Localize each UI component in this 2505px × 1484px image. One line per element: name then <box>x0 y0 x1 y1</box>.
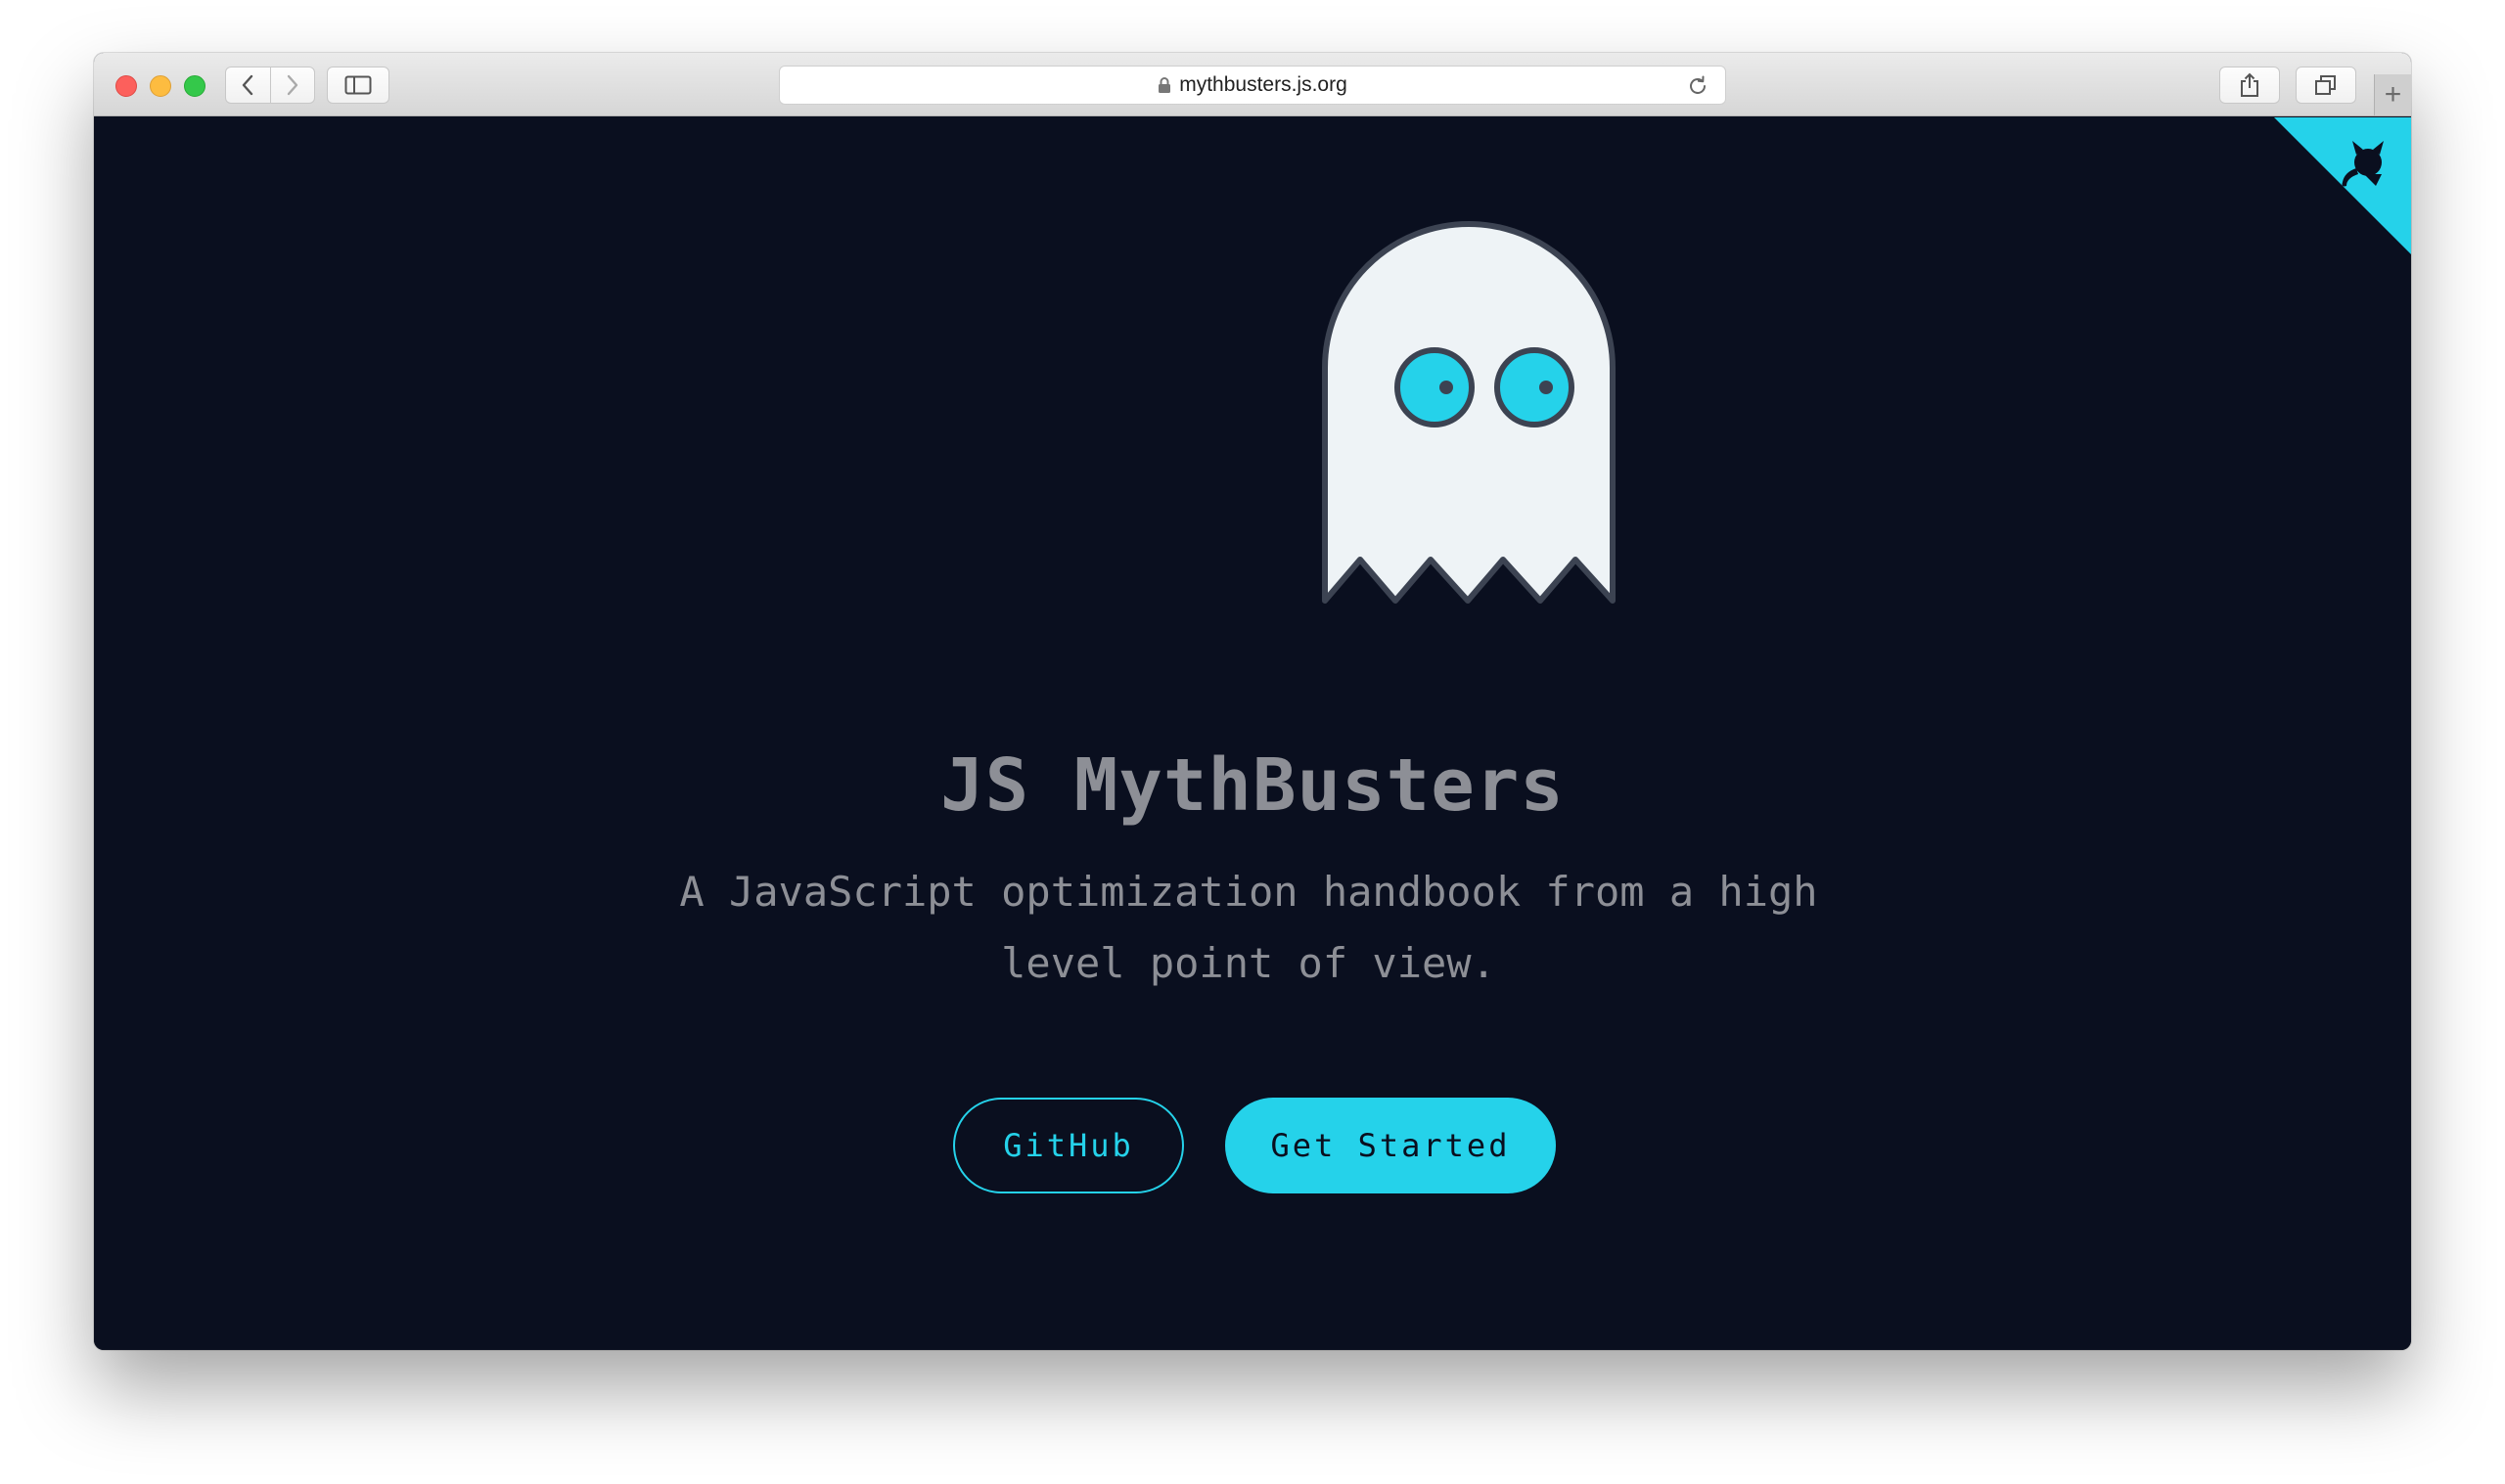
forward-button[interactable] <box>269 67 314 103</box>
share-button[interactable] <box>2219 67 2280 104</box>
tab-overview-button[interactable] <box>2296 67 2356 104</box>
share-icon <box>2241 72 2258 97</box>
chevron-left-icon <box>243 74 253 96</box>
address-url: mythbusters.js.org <box>1179 73 1347 96</box>
sidebar-toggle-button[interactable] <box>327 67 389 104</box>
github-corner-icon[interactable] <box>2274 117 2411 254</box>
navigation-buttons <box>225 67 315 104</box>
browser-toolbar: mythbusters.js.org + <box>94 53 2411 116</box>
github-button[interactable]: GitHub <box>953 1098 1184 1193</box>
lock-icon <box>1158 76 1171 94</box>
back-button[interactable] <box>226 67 270 103</box>
tabs-icon <box>2315 75 2336 95</box>
chevron-right-icon <box>287 74 298 96</box>
maximize-window-button[interactable] <box>184 75 205 97</box>
browser-window: mythbusters.js.org + JS MythBusters A Ja… <box>94 53 2411 1350</box>
address-bar[interactable]: mythbusters.js.org <box>779 66 1726 105</box>
ghost-logo <box>1322 221 1616 604</box>
get-started-button[interactable]: Get Started <box>1225 1098 1556 1193</box>
sidebar-icon <box>344 75 372 95</box>
reload-icon[interactable] <box>1686 74 1709 98</box>
new-tab-button[interactable]: + <box>2374 74 2411 115</box>
page-title: JS MythBusters <box>940 743 1565 828</box>
page-tagline: A JavaScript optimization handbook from … <box>679 868 1818 987</box>
page-content: JS MythBusters A JavaScript optimization… <box>94 117 2411 1350</box>
minimize-window-button[interactable] <box>150 75 171 97</box>
close-window-button[interactable] <box>115 75 137 97</box>
